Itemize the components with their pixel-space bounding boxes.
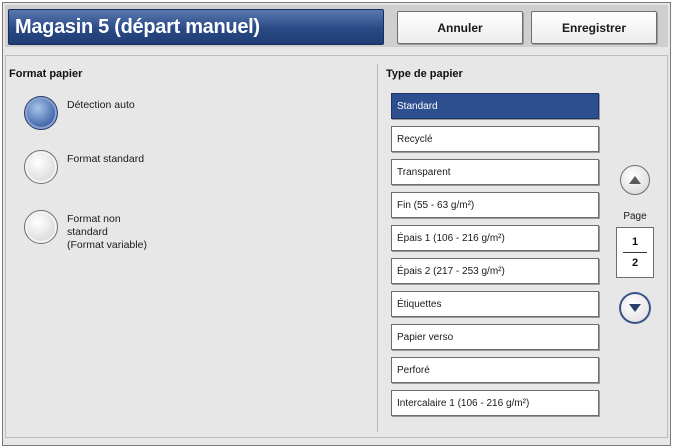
triangle-down-icon (629, 304, 641, 312)
radio-label: Format non standard (Format variable) (67, 213, 147, 251)
radio-standard-size[interactable]: Format standard (24, 150, 144, 184)
triangle-up-icon (629, 176, 641, 184)
radio-unselected-icon (24, 150, 58, 184)
paper-type-reverse[interactable]: Papier verso (391, 324, 599, 350)
page-label: Page (623, 211, 647, 222)
paper-type-thin[interactable]: Fin (55 - 63 g/m²) (391, 192, 599, 218)
paper-type-label: Type de papier (386, 68, 463, 80)
paper-size-label: Format papier (9, 68, 83, 80)
paper-type-heavy-2[interactable]: Épais 2 (217 - 253 g/m²) (391, 258, 599, 284)
total-pages: 2 (631, 257, 639, 269)
radio-selected-icon (24, 96, 58, 130)
page-up-button[interactable] (620, 165, 650, 195)
current-page: 1 (631, 236, 639, 248)
save-button[interactable]: Enregistrer (531, 11, 657, 44)
radio-unselected-icon (24, 210, 58, 244)
page-indicator: 1 2 (616, 227, 654, 278)
page-down-button[interactable] (620, 293, 650, 323)
radio-label: Format standard (67, 153, 145, 165)
paper-type-transparent[interactable]: Transparent (391, 159, 599, 185)
column-divider (377, 64, 378, 432)
radio-custom-size[interactable]: Format non standard (Format variable) (24, 210, 147, 252)
radio-auto-detect[interactable]: Détection auto (24, 96, 135, 130)
paper-type-standard[interactable]: Standard (391, 93, 599, 119)
page-separator (623, 252, 647, 253)
paper-type-labels[interactable]: Étiquettes (391, 291, 599, 317)
paper-type-heavy-1[interactable]: Épais 1 (106 - 216 g/m²) (391, 225, 599, 251)
paper-type-recycled[interactable]: Recyclé (391, 126, 599, 152)
page-title: Magasin 5 (départ manuel) (8, 9, 384, 45)
paper-type-punched[interactable]: Perforé (391, 357, 599, 383)
paper-type-tab-stock[interactable]: Intercalaire 1 (106 - 216 g/m²) (391, 390, 599, 416)
cancel-button[interactable]: Annuler (397, 11, 523, 44)
radio-label: Détection auto (67, 99, 135, 111)
